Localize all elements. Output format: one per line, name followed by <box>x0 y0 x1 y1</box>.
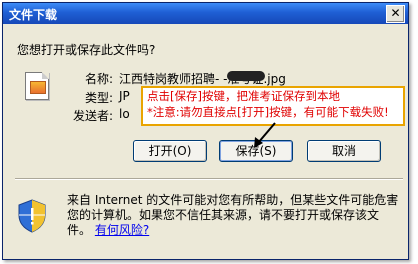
what-is-the-risk-link[interactable]: 有何风险? <box>95 223 149 237</box>
security-shield-icon <box>18 199 46 233</box>
file-download-dialog: 文件下载 ✕ 您想打开或保存此文件吗? 名称: 江西特岗教师招聘- -准考证.j… <box>2 2 409 260</box>
security-warning: 来自 Internet 的文件可能对您有所帮助，但某些文件可能危害您的计算机。如… <box>67 193 399 238</box>
divider <box>15 178 403 180</box>
